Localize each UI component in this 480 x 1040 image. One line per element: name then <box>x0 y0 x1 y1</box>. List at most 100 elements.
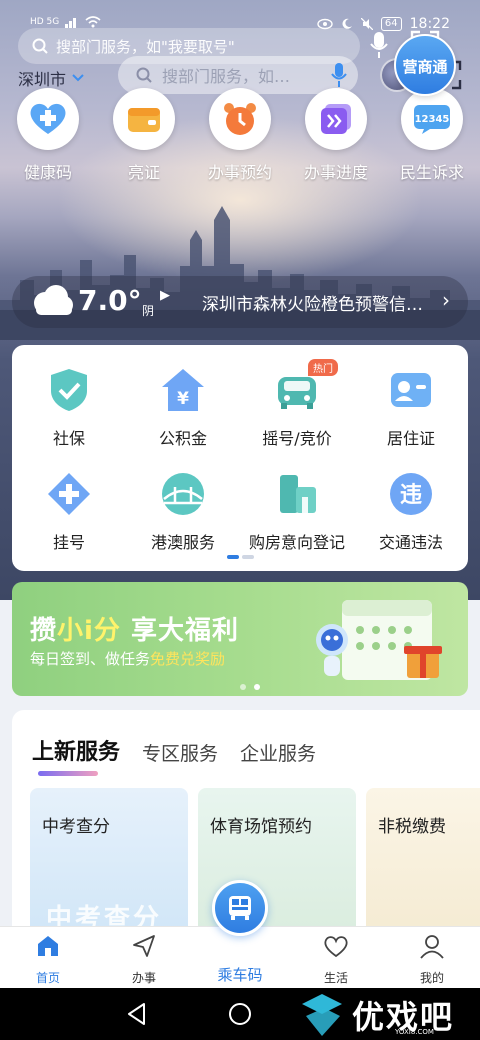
service-item-residence-permit[interactable]: 居住证 <box>354 365 468 449</box>
heart-icon <box>324 936 348 958</box>
network-indicator: HD 5G <box>30 17 60 27</box>
cloud-icon <box>34 285 73 315</box>
nav-label: 首页 <box>35 971 60 985</box>
banner-page-indicator <box>240 684 260 690</box>
service-label: 摇号/竞价 <box>262 429 332 448</box>
service-item-housing-intent[interactable]: 购房意向登记 <box>240 469 354 553</box>
quick-action-label: 民生诉求 <box>399 163 464 182</box>
service-label: 挂号 <box>52 533 85 552</box>
calendar-illustration <box>316 600 442 680</box>
search-icon <box>32 38 48 54</box>
banner-subtitle-highlight: 免费兑奖励 <box>150 650 226 668</box>
alarm-clock-icon <box>209 88 271 150</box>
svg-text:¥: ¥ <box>177 389 189 409</box>
service-item-registration[interactable]: 挂号 <box>12 469 126 553</box>
nav-life[interactable]: 生活 <box>288 933 384 986</box>
ride-code-button[interactable] <box>212 880 268 936</box>
page-indicator <box>227 555 254 559</box>
weather-temperature: 7.0° <box>78 284 142 317</box>
service-tile-exam-score[interactable]: 中考查分 中考查分 <box>30 788 188 940</box>
tile-title: 中考查分 <box>42 817 110 837</box>
service-label: 购房意向登记 <box>248 533 345 552</box>
mute-icon <box>360 18 373 30</box>
quick-action-complaint[interactable]: 12345 民生诉求 <box>384 88 480 183</box>
service-label: 交通违法 <box>378 533 443 552</box>
weather-alert-text: 深圳市森林火险橙色预警信… <box>202 295 423 315</box>
medical-plus-icon <box>48 473 90 515</box>
nav-services[interactable]: 办事 <box>96 933 192 986</box>
bridge-icon <box>162 473 204 515</box>
quick-action-label: 亮证 <box>127 163 160 182</box>
ride-code-label: 乘车码 <box>217 966 263 984</box>
banner-title: 攒小i分 享大福利 <box>30 610 239 647</box>
service-label: 社保 <box>52 429 85 448</box>
quick-actions: 健康码 亮证 办事预约 办事进度 12345 民生诉求 <box>0 88 480 188</box>
nav-home[interactable]: 首页 <box>0 933 96 986</box>
service-item-car-lottery[interactable]: 摇号/竞价 <box>240 365 354 449</box>
nav-label: 生活 <box>323 971 348 985</box>
search-icon <box>136 67 152 83</box>
home-icon <box>38 936 58 956</box>
quick-action-progress[interactable]: 办事进度 <box>288 88 384 183</box>
search-placeholder: 搜部门服务，如"我要取号" <box>56 37 235 56</box>
banner-subtitle-part1: 每日签到、做任务 <box>30 650 151 668</box>
promo-banner[interactable]: 攒小i分 享大福利 每日签到、做任务免费兑奖励 <box>12 582 468 696</box>
search-placeholder: 搜部门服务，如… <box>162 67 291 86</box>
service-item-traffic-violation[interactable]: 违 交通违法 <box>354 469 468 553</box>
hot-badge: 热门 <box>308 359 338 376</box>
weather-condition: 阴 <box>142 304 155 318</box>
banner-title-part2: 享大福利 <box>120 616 239 646</box>
quick-action-show-license[interactable]: 亮证 <box>96 88 192 183</box>
status-bar: HD 5G 64 18:22 <box>0 0 480 32</box>
quick-action-label: 办事预约 <box>207 163 272 182</box>
nav-label: 办事 <box>131 971 156 985</box>
tab-enterprise-services[interactable]: 企业服务 <box>240 739 316 766</box>
microphone-icon[interactable] <box>368 30 390 60</box>
house-yuan-icon: ¥ <box>162 369 204 411</box>
business-service-floating-button[interactable]: 营商通 <box>394 34 456 96</box>
service-label: 居住证 <box>386 429 435 448</box>
send-icon <box>133 935 155 957</box>
health-code-icon <box>17 88 79 150</box>
quick-action-appointment[interactable]: 办事预约 <box>192 88 288 183</box>
banner-subtitle: 每日签到、做任务免费兑奖励 <box>30 648 225 669</box>
quick-action-health-code[interactable]: 健康码 <box>0 88 96 183</box>
banner-title-part1: 攒 <box>30 616 58 646</box>
back-icon[interactable] <box>126 1002 148 1026</box>
chevron-down-icon <box>72 74 84 82</box>
progress-arrows-icon <box>305 88 367 150</box>
service-tile-nontax-payment[interactable]: 非税缴费 <box>366 788 480 940</box>
service-tabs: 上新服务 专区服务 企业服务 <box>32 734 316 776</box>
12345-hotline-icon: 12345 <box>401 88 463 150</box>
city-label: 深圳市 <box>18 70 67 89</box>
nav-label: 我的 <box>419 971 444 985</box>
service-item-social-security[interactable]: 社保 <box>12 365 126 449</box>
wallet-card-icon <box>113 88 175 150</box>
status-left: HD 5G <box>30 16 101 28</box>
tab-zone-services[interactable]: 专区服务 <box>142 739 218 766</box>
service-label: 港澳服务 <box>150 533 215 552</box>
weather-alert-bar[interactable]: 7.0° 阴 ▶ 深圳市森林火险橙色预警信… › <box>12 276 468 328</box>
service-label: 公积金 <box>158 429 207 448</box>
tab-new-services[interactable]: 上新服务 <box>32 734 120 776</box>
svg-text:违: 违 <box>400 482 422 508</box>
service-item-housing-fund[interactable]: ¥ 公积金 <box>126 365 240 449</box>
city-selector[interactable]: 深圳市 <box>18 66 84 90</box>
person-icon <box>420 935 444 959</box>
quick-action-label: 健康码 <box>23 163 72 182</box>
wifi-icon <box>85 16 101 28</box>
traffic-violation-icon: 违 <box>390 473 432 515</box>
quick-action-label: 办事进度 <box>303 163 368 182</box>
service-item-hk-macao[interactable]: 港澳服务 <box>126 469 240 553</box>
chevron-right-icon: › <box>442 288 450 312</box>
svg-text:12345: 12345 <box>415 114 450 125</box>
bus-code-icon <box>229 896 251 920</box>
home-button-icon[interactable] <box>228 1002 252 1026</box>
watermark-url: YOXI8.COM <box>395 1028 434 1036</box>
microphone-icon[interactable] <box>330 62 348 88</box>
service-grid-card: 社保 ¥ 公积金 摇号/竞价 热门 居住证 挂号 港澳服务 购房意向登记 违 交… <box>12 345 468 571</box>
building-icon <box>280 475 316 513</box>
shield-check-icon <box>51 369 87 411</box>
tile-title: 体育场馆预约 <box>210 817 312 837</box>
nav-mine[interactable]: 我的 <box>384 933 480 986</box>
